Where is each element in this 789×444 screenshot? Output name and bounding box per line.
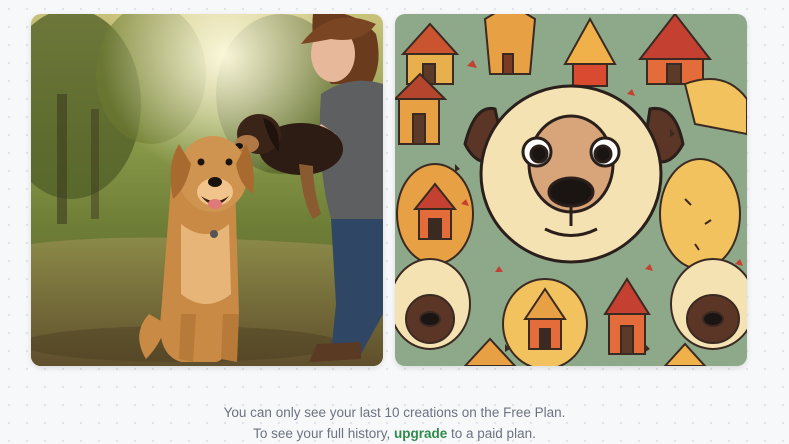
- creation-image-dog-child: [31, 14, 383, 366]
- creation-card-1[interactable]: [31, 14, 383, 366]
- upgrade-notice: To see your full history, upgrade to a p…: [0, 423, 789, 444]
- upgrade-notice-suffix: to a paid plan.: [451, 426, 536, 441]
- free-plan-notice-text: You can only see your last 10 creations …: [223, 405, 566, 420]
- free-plan-notice: You can only see your last 10 creations …: [0, 402, 789, 423]
- upgrade-link[interactable]: upgrade: [394, 426, 447, 441]
- creations-gallery: [31, 14, 747, 366]
- creation-card-2[interactable]: [395, 14, 747, 366]
- upgrade-notice-prefix: To see your full history,: [253, 426, 391, 441]
- creation-image-cartoon-dog-houses: [395, 14, 747, 366]
